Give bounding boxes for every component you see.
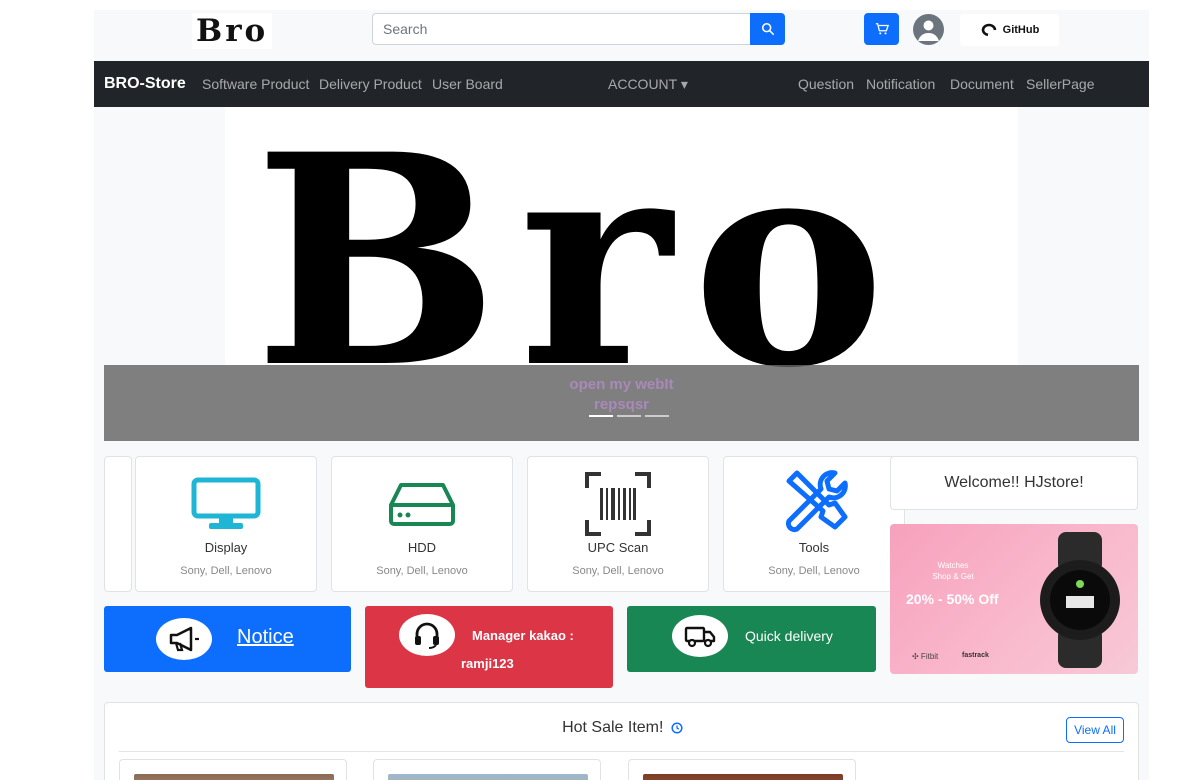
category-title: HDD [407, 540, 437, 555]
megaphone-icon [169, 626, 199, 652]
category-brands: Sony, Dell, Lenovo [180, 565, 272, 577]
product-image [134, 774, 334, 780]
category-card-hdd[interactable]: HDD Sony, Dell, Lenovo [331, 456, 513, 592]
hot-sale-product-card[interactable] [119, 759, 347, 780]
category-brands: Sony, Dell, Lenovo [376, 565, 468, 577]
quick-delivery-label: Quick delivery [745, 628, 833, 644]
carousel-indicator[interactable] [589, 415, 613, 417]
view-all-button[interactable]: View All [1066, 717, 1124, 743]
nav-link-document[interactable]: Document [950, 76, 1014, 92]
barcode-scan-icon [585, 472, 651, 536]
search-input[interactable] [372, 13, 750, 45]
headset-icon [415, 622, 439, 649]
smartwatch-image [1040, 532, 1120, 668]
account-dropdown[interactable]: ACCOUNT ▾ [608, 76, 688, 93]
hot-sale-title: Hot Sale Item! [105, 719, 1140, 737]
github-button[interactable]: GitHub [960, 14, 1059, 46]
watch-promo-banner[interactable]: Watches Shop & Get 20% - 50% Off ✣ Fitbi… [890, 524, 1138, 674]
notice-button[interactable]: Notice [104, 606, 351, 672]
cart-button[interactable] [864, 13, 899, 45]
search-icon [761, 22, 774, 36]
manager-label-line-1: Manager kakao : [472, 628, 574, 643]
user-icon [918, 20, 939, 41]
cart-icon [875, 23, 889, 35]
carousel-indicator[interactable] [617, 415, 641, 417]
nav-link-question[interactable]: Question [798, 76, 854, 92]
promo-line-1: Watches [937, 561, 969, 570]
hero-carousel[interactable]: Bro open my webIt repsqsr [104, 107, 1139, 441]
nav-link-delivery-product[interactable]: Delivery Product [319, 76, 422, 92]
manager-label-line-2: ramji123 [461, 656, 514, 671]
product-image [388, 774, 588, 780]
notice-label: Notice [237, 626, 294, 648]
hero-caption-line-1: open my webIt [569, 376, 674, 393]
hdd-icon [389, 483, 455, 526]
promo-brand-fitbit: ✣ Fitbit [912, 652, 939, 661]
hero-caption: open my webIt repsqsr [104, 375, 1139, 415]
user-avatar[interactable] [913, 14, 944, 45]
category-brands: Sony, Dell, Lenovo [768, 565, 860, 577]
welcome-card: Welcome!! HJstore! [890, 456, 1138, 510]
nav-brand[interactable]: BRO-Store [104, 75, 186, 93]
category-card-display[interactable]: Display Sony, Dell, Lenovo [135, 456, 317, 592]
promo-brand-fastrack: fastrack [962, 652, 989, 659]
category-card-tools[interactable]: Tools Sony, Dell, Lenovo [723, 456, 905, 592]
hero-caption-line-2: repsqsr [593, 396, 650, 413]
hot-sale-section: Hot Sale Item! View All [104, 702, 1139, 780]
monitor-icon [191, 477, 261, 529]
category-card-partial[interactable] [104, 456, 132, 592]
page: Bro GitHub BRO-Store Software Product De… [94, 10, 1149, 780]
site-logo[interactable]: Bro [192, 13, 273, 49]
promo-line-2: Shop & Get [932, 572, 974, 581]
hot-sale-product-card[interactable] [628, 759, 856, 780]
search-form [372, 13, 785, 45]
truck-icon [684, 626, 716, 648]
github-icon [981, 23, 996, 37]
product-image [643, 774, 843, 780]
divider [119, 751, 1124, 752]
clock-icon [671, 722, 683, 734]
nav-link-user-board[interactable]: User Board [432, 76, 503, 92]
search-button[interactable] [750, 13, 785, 45]
category-brands: Sony, Dell, Lenovo [572, 565, 664, 577]
promo-discount: 20% - 50% Off [906, 591, 999, 607]
category-title: UPC Scan [587, 540, 649, 555]
hero-logo-text: Bro [254, 107, 906, 432]
nav-link-notification[interactable]: Notification [866, 76, 935, 92]
tools-icon [785, 470, 848, 533]
github-label: GitHub [1002, 24, 1040, 36]
hot-sale-product-card[interactable] [373, 759, 601, 780]
carousel-indicators [589, 415, 669, 417]
quick-delivery-button[interactable]: Quick delivery [627, 606, 876, 672]
nav-link-seller-page[interactable]: SellerPage [1026, 76, 1095, 92]
category-card-upc-scan[interactable]: UPC Scan Sony, Dell, Lenovo [527, 456, 709, 592]
carousel-indicator[interactable] [645, 415, 669, 417]
category-title: Display [204, 540, 248, 555]
manager-kakao-button[interactable]: Manager kakao : ramji123 [365, 606, 613, 688]
main-navbar: BRO-Store Software Product Delivery Prod… [94, 61, 1149, 107]
category-title: Tools [798, 540, 830, 555]
nav-link-software-product[interactable]: Software Product [202, 76, 309, 92]
top-header: Bro GitHub [94, 10, 1149, 61]
